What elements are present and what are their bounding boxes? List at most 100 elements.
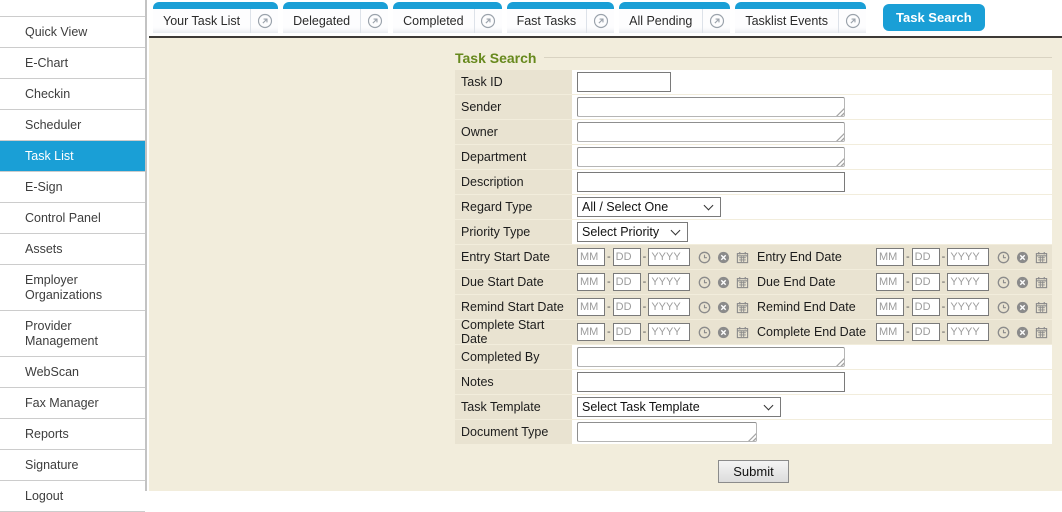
sidebar-item-assets[interactable]: Assets [0, 234, 145, 265]
open-new-icon[interactable] [587, 9, 614, 33]
title-rule [544, 57, 1052, 58]
due-end-month-input[interactable] [876, 273, 904, 291]
remind-end-day-input[interactable] [912, 298, 940, 316]
calendar-icon[interactable] [1035, 276, 1048, 289]
clear-icon[interactable] [1016, 276, 1029, 289]
task-id-input[interactable] [577, 72, 671, 92]
open-new-icon[interactable] [703, 9, 730, 33]
clock-icon[interactable] [997, 301, 1010, 314]
clock-icon[interactable] [997, 251, 1010, 264]
open-new-icon[interactable] [251, 9, 278, 33]
sidebar-item-reports[interactable]: Reports [0, 419, 145, 450]
clear-icon[interactable] [1016, 301, 1029, 314]
entry-start-month-input[interactable] [577, 248, 605, 266]
complete-start-year-input[interactable] [648, 323, 690, 341]
sidebar-item-employer-organizations[interactable]: Employer Organizations [0, 265, 145, 311]
remind-end-year-input[interactable] [947, 298, 989, 316]
owner-textarea[interactable] [577, 122, 845, 142]
notes-input[interactable] [577, 372, 845, 392]
tab-fast-tasks[interactable]: Fast Tasks [507, 2, 615, 33]
calendar-icon[interactable] [1035, 326, 1048, 339]
regard-type-selected-value: All / Select One [582, 200, 668, 214]
regard-type-select[interactable]: All / Select One [577, 197, 721, 217]
entry-end-day-input[interactable] [912, 248, 940, 266]
due-end-year-input[interactable] [947, 273, 989, 291]
sender-textarea[interactable] [577, 97, 845, 117]
entry-end-year-input[interactable] [947, 248, 989, 266]
sidebar-item-quick-view[interactable]: Quick View [0, 17, 145, 48]
clock-icon[interactable] [698, 301, 711, 314]
clear-icon[interactable] [717, 301, 730, 314]
sidebar-item-e-sign[interactable]: E-Sign [0, 172, 145, 203]
entry-start-year-input[interactable] [648, 248, 690, 266]
description-input[interactable] [577, 172, 845, 192]
clear-icon[interactable] [717, 251, 730, 264]
entry-start-day-input[interactable] [613, 248, 641, 266]
open-new-icon[interactable] [361, 9, 388, 33]
sidebar-item-fax-manager[interactable]: Fax Manager [0, 388, 145, 419]
tab-your-task-list[interactable]: Your Task List [153, 2, 278, 33]
task-id-row: Task ID [455, 70, 1052, 94]
complete-start-day-input[interactable] [613, 323, 641, 341]
department-row: Department [455, 145, 1052, 169]
complete-end-year-input[interactable] [947, 323, 989, 341]
sidebar-item-provider-management[interactable]: Provider Management [0, 311, 145, 357]
remind-start-year-input[interactable] [648, 298, 690, 316]
task-template-select[interactable]: Select Task Template [577, 397, 781, 417]
complete-end-day-input[interactable] [912, 323, 940, 341]
sidebar-item-webscan[interactable]: WebScan [0, 357, 145, 388]
clear-icon[interactable] [717, 326, 730, 339]
tab-tasklist-events[interactable]: Tasklist Events [735, 2, 866, 33]
complete-start-month-input[interactable] [577, 323, 605, 341]
clear-icon[interactable] [1016, 251, 1029, 264]
remind-start-month-input[interactable] [577, 298, 605, 316]
clear-icon[interactable] [1016, 326, 1029, 339]
sidebar-item-signature[interactable]: Signature [0, 450, 145, 481]
due-end-day-input[interactable] [912, 273, 940, 291]
tab-accent-bar [393, 2, 501, 9]
tab-all-pending[interactable]: All Pending [619, 2, 730, 33]
due-start-month-input[interactable] [577, 273, 605, 291]
entry-end-month-input[interactable] [876, 248, 904, 266]
completed-by-textarea[interactable] [577, 347, 845, 367]
calendar-icon[interactable] [736, 301, 749, 314]
remind-end-month-input[interactable] [876, 298, 904, 316]
sidebar-item-e-chart[interactable]: E-Chart [0, 48, 145, 79]
sidebar-item-checkin[interactable]: Checkin [0, 79, 145, 110]
priority-type-select[interactable]: Select Priority [577, 222, 688, 242]
calendar-icon[interactable] [736, 326, 749, 339]
date-dash: - [607, 301, 611, 313]
sidebar-item-scheduler[interactable]: Scheduler [0, 110, 145, 141]
notes-row: Notes [455, 370, 1052, 394]
tab-accent-bar [283, 2, 388, 9]
clear-icon[interactable] [717, 276, 730, 289]
task-template-row: Task Template Select Task Template [455, 395, 1052, 419]
clock-icon[interactable] [997, 326, 1010, 339]
calendar-icon[interactable] [736, 251, 749, 264]
calendar-icon[interactable] [1035, 301, 1048, 314]
calendar-icon[interactable] [1035, 251, 1048, 264]
department-textarea[interactable] [577, 147, 845, 167]
clock-icon[interactable] [698, 326, 711, 339]
clock-icon[interactable] [698, 276, 711, 289]
description-row: Description [455, 170, 1052, 194]
clock-icon[interactable] [698, 251, 711, 264]
open-new-icon[interactable] [839, 9, 866, 33]
open-new-icon[interactable] [475, 9, 502, 33]
complete-end-month-input[interactable] [876, 323, 904, 341]
calendar-icon[interactable] [736, 276, 749, 289]
tab-completed[interactable]: Completed [393, 2, 501, 33]
due-start-year-input[interactable] [648, 273, 690, 291]
tab-delegated[interactable]: Delegated [283, 2, 388, 33]
task-search-form: Task Search Task ID Sender Owner Departm… [455, 48, 1052, 483]
sidebar-item-logout[interactable]: Logout [0, 481, 145, 512]
tab-label: Your Task List [153, 14, 250, 28]
sidebar-item-control-panel[interactable]: Control Panel [0, 203, 145, 234]
due-start-day-input[interactable] [613, 273, 641, 291]
remind-start-day-input[interactable] [613, 298, 641, 316]
submit-button[interactable]: Submit [718, 460, 788, 483]
sidebar-item-task-list[interactable]: Task List [0, 141, 145, 172]
tab-task-search[interactable]: Task Search [883, 4, 985, 31]
document-type-textarea[interactable] [577, 422, 757, 442]
clock-icon[interactable] [997, 276, 1010, 289]
